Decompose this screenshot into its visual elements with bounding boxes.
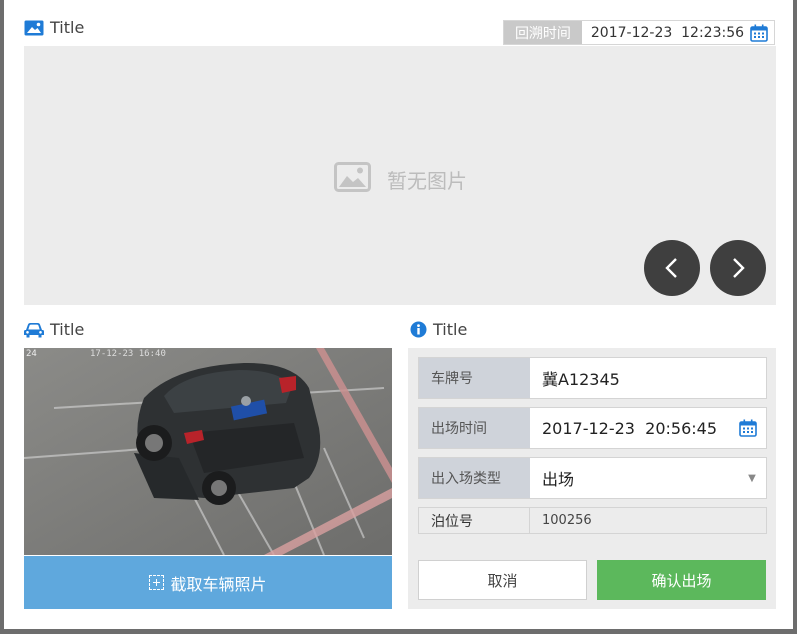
cancel-button[interactable]: 取消 (418, 560, 587, 600)
vehicle-section-title: Title (24, 320, 84, 339)
photo-timestamp-right: 17-12-23 16:40 (90, 349, 166, 359)
backtrack-time-label: 回溯时间 (504, 21, 582, 44)
next-image-button[interactable] (710, 240, 766, 296)
info-section-title: Title (410, 320, 467, 339)
exit-time-label: 出场时间 (419, 408, 530, 448)
window-frame-bottom (0, 629, 797, 634)
dropdown-arrow-icon[interactable]: ▼ (738, 458, 766, 498)
main-section-title: Title (24, 18, 84, 37)
vehicle-photo: 24 17-12-23 16:40 (24, 348, 392, 555)
entry-type-label: 出入场类型 (419, 458, 530, 498)
berth-value: 100256 (542, 513, 592, 528)
capture-photo-label: 截取车辆照片 (170, 574, 267, 594)
entry-type-select[interactable]: 出入场类型 出场 ▼ (418, 457, 767, 499)
berth-field: 泊位号 100256 (418, 507, 767, 534)
chevron-right-icon (733, 258, 745, 278)
plate-field[interactable]: 车牌号 冀A12345 (418, 357, 767, 399)
plate-label: 车牌号 (419, 358, 530, 398)
berth-label: 泊位号 (419, 508, 530, 533)
info-section-title-text: Title (433, 320, 468, 339)
window-frame-right (793, 0, 797, 634)
no-image-placeholder: 暂无图片 (334, 162, 467, 197)
exit-time-field[interactable]: 出场时间 2017-12-23 20:56:45 (418, 407, 767, 449)
capture-photo-button[interactable]: 截取车辆照片 (24, 556, 392, 609)
backtrack-time-value[interactable]: 2017-12-23 12:23:56 (582, 21, 744, 44)
car-icon (24, 322, 44, 338)
exit-time-input[interactable]: 2017-12-23 20:56:45 (530, 408, 730, 448)
image-icon (24, 20, 44, 36)
photo-timestamp-left: 24 (26, 349, 37, 359)
previous-image-button[interactable] (644, 240, 700, 296)
image-placeholder-icon (334, 162, 371, 197)
calendar-icon[interactable] (744, 21, 774, 44)
plate-input[interactable]: 冀A12345 (530, 358, 766, 398)
info-icon (410, 321, 427, 338)
confirm-exit-button[interactable]: 确认出场 (597, 560, 766, 600)
chevron-left-icon (665, 258, 677, 278)
capture-icon (149, 575, 165, 590)
backtrack-time-picker[interactable]: 回溯时间 2017-12-23 12:23:56 (503, 20, 775, 45)
window-frame-left (0, 0, 4, 634)
vehicle-section-title-text: Title (50, 320, 85, 339)
entry-type-value[interactable]: 出场 (530, 458, 738, 498)
no-image-text: 暂无图片 (387, 169, 467, 193)
main-section-title-text: Title (50, 18, 85, 37)
calendar-icon[interactable] (730, 408, 766, 448)
